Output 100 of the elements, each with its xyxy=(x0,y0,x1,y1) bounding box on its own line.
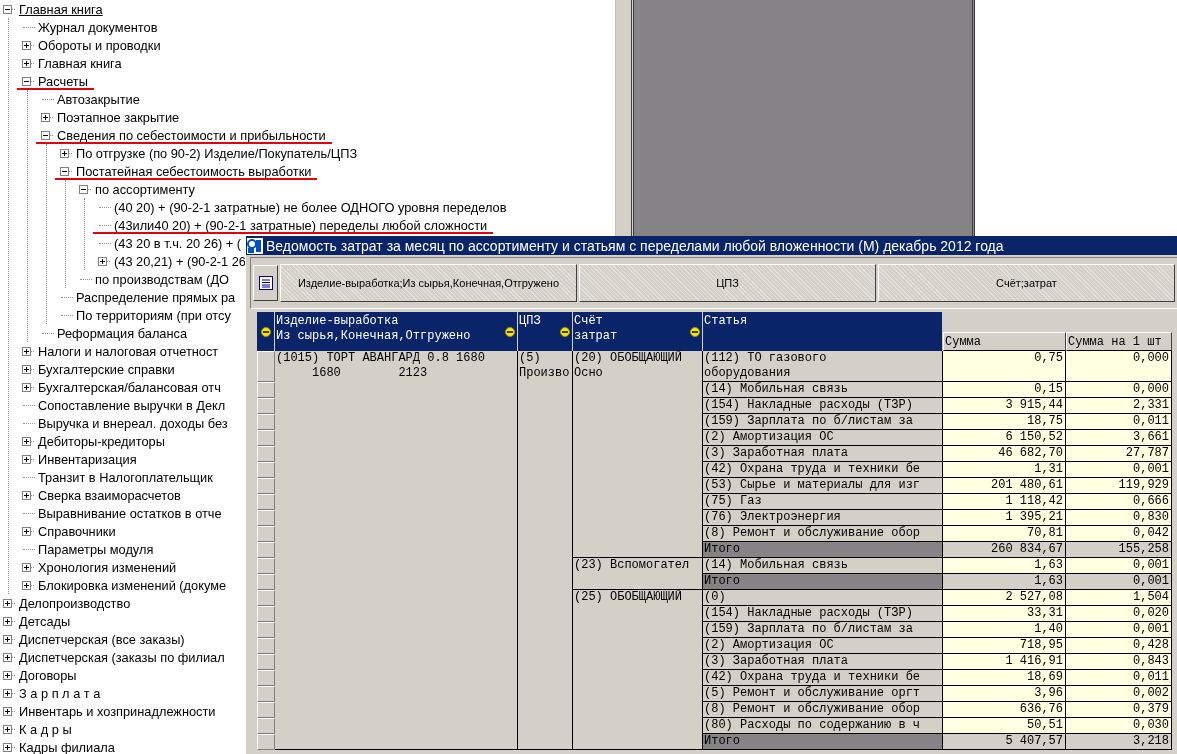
plus-box-icon[interactable] xyxy=(0,670,16,680)
group-by-button[interactable]: Изделие-выработка;Из сырья,Конечная,Отгружено xyxy=(280,264,577,302)
tree-item[interactable]: Главная книга xyxy=(19,1,103,17)
minus-box-icon[interactable] xyxy=(38,130,54,140)
tree-item[interactable]: По территориям (при отсу xyxy=(76,307,231,323)
tree-item[interactable]: по ассортименту xyxy=(95,181,195,197)
row-handle[interactable] xyxy=(257,430,275,446)
row-handle[interactable] xyxy=(257,670,275,686)
minus-circle-icon[interactable] xyxy=(260,326,271,337)
row-handle[interactable] xyxy=(257,590,275,606)
row-handle[interactable] xyxy=(257,526,275,542)
column-header[interactable]: Счёт затрат xyxy=(573,312,703,351)
tree-item[interactable]: Сопоставление выручки в Декл xyxy=(38,397,226,413)
tree-item[interactable]: Постатейная себестоимость выработки xyxy=(76,163,312,179)
tree-item[interactable]: (40 20) + (90-2-1 затратные) не более ОДНОГО уровня переделов xyxy=(114,199,507,215)
plus-box-icon[interactable] xyxy=(19,346,35,356)
plus-box-icon[interactable] xyxy=(95,256,111,266)
plus-box-icon[interactable] xyxy=(0,724,16,734)
tree-item[interactable]: Справочники xyxy=(38,523,116,539)
tree-item[interactable]: Расчеты xyxy=(38,73,88,89)
column-header[interactable]: Сумма на 1 шт xyxy=(1066,332,1172,351)
tree-item[interactable]: Налоги и налоговая отчетност xyxy=(38,343,219,359)
tree-item[interactable]: (43или40 20) + (90-2-1 затратные) переделы любой сложности xyxy=(114,217,488,233)
row-handle[interactable] xyxy=(257,558,275,574)
minus-circle-icon[interactable] xyxy=(690,326,700,337)
row-handle[interactable] xyxy=(257,654,275,670)
row-handle[interactable] xyxy=(257,414,275,430)
plus-box-icon[interactable] xyxy=(38,112,54,122)
minus-circle-icon[interactable] xyxy=(560,326,570,337)
column-list-button[interactable] xyxy=(253,265,278,301)
row-handle[interactable] xyxy=(257,574,275,590)
tree-item[interactable]: Бухгалтерские справки xyxy=(38,361,175,377)
group-by-button[interactable]: ЦПЗ xyxy=(579,264,876,302)
tree-item[interactable]: Сверка взаиморасчетов xyxy=(38,487,181,503)
plus-box-icon[interactable] xyxy=(0,652,16,662)
tree-item[interactable]: К а д р ы xyxy=(19,721,72,737)
tree-item[interactable]: Инвентарь и хозпринадлежности xyxy=(19,703,216,719)
row-handle[interactable] xyxy=(257,718,275,734)
tree-item[interactable]: Поэтапное закрытие xyxy=(57,109,180,125)
column-header[interactable]: ЦПЗ xyxy=(518,312,573,351)
column-header[interactable]: Сумма xyxy=(943,332,1066,351)
tree-item[interactable]: Хронология изменений xyxy=(38,559,177,575)
tree-item[interactable]: Главная книга xyxy=(38,55,122,71)
row-handle[interactable] xyxy=(257,382,275,398)
plus-box-icon[interactable] xyxy=(19,526,35,536)
tree-item[interactable]: Распределение прямых ра xyxy=(76,289,236,305)
row-handle[interactable] xyxy=(257,638,275,654)
plus-box-icon[interactable] xyxy=(0,634,16,644)
tree-item[interactable]: З а р п л а т а xyxy=(19,685,101,701)
tree-item[interactable]: Инвентаризация xyxy=(38,451,137,467)
plus-box-icon[interactable] xyxy=(19,454,35,464)
minus-box-icon[interactable] xyxy=(57,166,73,176)
tree-item[interactable]: По отгрузке (по 90-2) Изделие/Покупатель/ЦПЗ xyxy=(76,145,358,161)
plus-box-icon[interactable] xyxy=(0,706,16,716)
plus-box-icon[interactable] xyxy=(19,580,35,590)
tree-item[interactable]: (43 20,21) + (90-2-1 26 xyxy=(114,253,246,269)
plus-box-icon[interactable] xyxy=(19,58,35,68)
tree-item[interactable]: Журнал документов xyxy=(38,19,158,35)
tree-item[interactable]: Бухгалтерская/балансовая отч xyxy=(38,379,221,395)
tree-item[interactable]: Выравнивание остатков в отче xyxy=(38,505,222,521)
tree-item[interactable]: Выручка и внереал. доходы без xyxy=(38,415,228,431)
tree-item[interactable]: Обороты и проводки xyxy=(38,37,161,53)
tree-item[interactable]: Диспетчерская (все заказы) xyxy=(19,631,185,647)
tree-item[interactable]: по производствам (ДО xyxy=(95,271,229,287)
tree-item[interactable]: Реформация баланса xyxy=(57,325,188,341)
plus-box-icon[interactable] xyxy=(57,148,73,158)
row-handle[interactable] xyxy=(257,462,275,478)
plus-box-icon[interactable] xyxy=(19,40,35,50)
minus-box-icon[interactable] xyxy=(0,4,16,14)
tree-item[interactable]: Транзит в Налогоплательщик xyxy=(38,469,213,485)
row-handle[interactable] xyxy=(257,494,275,510)
plus-box-icon[interactable] xyxy=(19,382,35,392)
row-handle[interactable] xyxy=(257,510,275,526)
tree-item[interactable]: Автозакрытие xyxy=(57,91,140,107)
row-handle[interactable] xyxy=(257,446,275,462)
column-header[interactable]: Статья xyxy=(703,312,943,351)
minus-box-icon[interactable] xyxy=(76,184,92,194)
tree-item[interactable]: (43 20 в т.ч. 20 26) + ( xyxy=(114,235,242,251)
minus-box-icon[interactable] xyxy=(19,76,35,86)
plus-box-icon[interactable] xyxy=(19,364,35,374)
minus-circle-icon[interactable] xyxy=(505,326,515,337)
row-handle[interactable] xyxy=(257,542,275,558)
row-handle[interactable] xyxy=(257,351,275,382)
plus-box-icon[interactable] xyxy=(19,490,35,500)
plus-box-icon[interactable] xyxy=(19,562,35,572)
row-handle[interactable] xyxy=(257,734,275,750)
plus-box-icon[interactable] xyxy=(0,688,16,698)
tree-item[interactable]: Параметры модуля xyxy=(38,541,154,557)
tree-item[interactable]: Диспетчерская (заказы по филиал xyxy=(19,649,225,665)
tree-item[interactable]: Договоры xyxy=(19,667,77,683)
tree-item[interactable]: Детсады xyxy=(19,613,71,629)
plus-box-icon[interactable] xyxy=(19,436,35,446)
tree-item[interactable]: Кадры филиала xyxy=(19,739,115,754)
plus-box-icon[interactable] xyxy=(0,616,16,626)
row-handle[interactable] xyxy=(257,606,275,622)
row-handle[interactable] xyxy=(257,702,275,718)
row-handle[interactable] xyxy=(257,478,275,494)
row-handle[interactable] xyxy=(257,686,275,702)
tree-item[interactable]: Блокировка изменений (докуме xyxy=(38,577,227,593)
group-by-button[interactable]: Счёт;затрат xyxy=(878,264,1175,302)
